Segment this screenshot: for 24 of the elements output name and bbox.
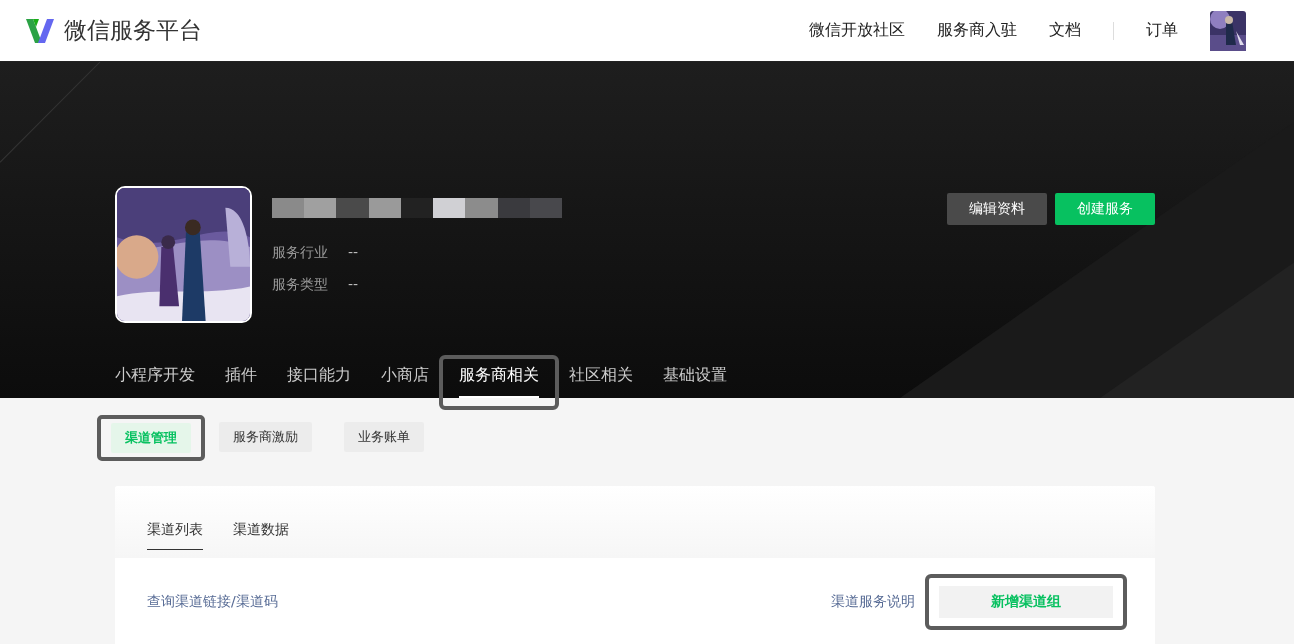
help-link[interactable]: 渠道服务说明 — [831, 593, 915, 611]
platform-title: 微信服务平台 — [64, 16, 202, 45]
nav-link[interactable]: 微信开放社区 — [809, 20, 905, 41]
main-tab[interactable]: 服务商相关 — [459, 359, 539, 398]
main-tab[interactable]: 基础设置 — [663, 359, 727, 398]
field-value: -- — [348, 244, 359, 262]
main-tab[interactable]: 社区相关 — [569, 359, 633, 398]
sub-tab[interactable]: 服务商激励 — [219, 422, 312, 452]
nav-link[interactable]: 服务商入驻 — [937, 20, 1017, 41]
query-link[interactable]: 查询渠道链接/渠道码 — [147, 593, 278, 611]
logo-icon — [24, 16, 56, 45]
sub-tab[interactable]: 业务账单 — [344, 422, 424, 452]
main-tab[interactable]: 小商店 — [381, 359, 429, 398]
card-tab[interactable]: 渠道数据 — [233, 521, 289, 558]
main-tab[interactable]: 小程序开发 — [115, 359, 195, 398]
edit-button[interactable]: 编辑资料 — [947, 193, 1047, 225]
field-value: -- — [348, 276, 359, 294]
field-label: 服务行业 — [272, 244, 328, 262]
card-tab[interactable]: 渠道列表 — [147, 521, 203, 550]
main-tab[interactable]: 插件 — [225, 359, 257, 398]
nav-link[interactable]: 文档 — [1049, 20, 1081, 41]
main-tab[interactable]: 接口能力 — [287, 359, 351, 398]
field-label: 服务类型 — [272, 276, 328, 294]
nav-link[interactable]: 订单 — [1146, 20, 1178, 41]
